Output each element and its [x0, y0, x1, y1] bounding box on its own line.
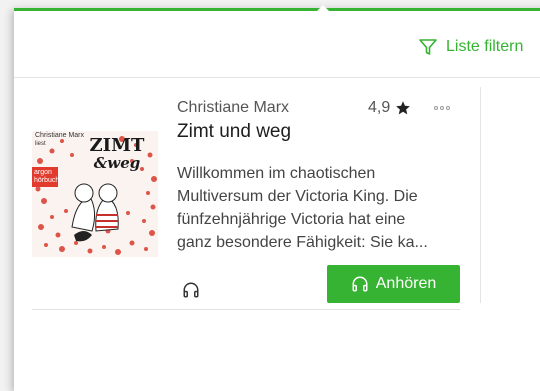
rating-value: 4,9	[368, 99, 391, 116]
column-divider	[480, 87, 481, 303]
cover-author: Christiane Marx	[35, 132, 85, 139]
cover-title-line2: &weg	[93, 154, 141, 172]
cover-title: ZIMT &weg	[82, 135, 152, 172]
description-line: ganz besondere Fähigkeit: Sie ka...	[177, 234, 428, 251]
book-author[interactable]: Christiane Marx	[177, 99, 289, 117]
book-rating: 4,9	[368, 99, 411, 117]
more-dot	[446, 106, 450, 110]
card-divider	[32, 309, 460, 310]
more-dot	[434, 106, 438, 110]
filter-list-button[interactable]: Liste filtern	[418, 37, 523, 57]
cover-title-line1: ZIMT	[89, 135, 145, 156]
content-panel: Liste filtern Christiane Marx liest argo…	[14, 5, 540, 391]
more-dot	[440, 106, 444, 110]
description-line: Willkommen im chaotischen	[177, 165, 376, 182]
description-line: Multiversum der Victoria King. Die	[177, 188, 418, 205]
description-line: fünfzehnjährige Victoria hat eine	[177, 211, 406, 228]
cover-publisher-name: argon	[34, 169, 52, 176]
audiobook-card[interactable]: Christiane Marx liest argon hörbuch ZIMT…	[32, 89, 460, 311]
headphones-icon	[352, 276, 368, 292]
book-cover[interactable]: Christiane Marx liest argon hörbuch ZIMT…	[32, 131, 158, 257]
filter-list-label: Liste filtern	[446, 38, 524, 55]
listen-button[interactable]: Anhören	[327, 265, 460, 303]
toolbar: Liste filtern	[14, 11, 540, 78]
cover-publisher-type: hörbuch	[34, 177, 60, 184]
book-description: Willkommen im chaotischen Multiversum de…	[177, 162, 462, 254]
more-options-icon[interactable]	[434, 106, 450, 110]
headphones-icon[interactable]	[182, 281, 200, 304]
funnel-icon	[419, 39, 437, 55]
cover-publisher-badge: argon hörbuch	[34, 169, 60, 185]
star-icon	[396, 101, 411, 115]
book-title[interactable]: Zimt und weg	[177, 121, 291, 143]
listen-button-label: Anhören	[375, 275, 437, 292]
cover-reads: liest	[35, 141, 46, 147]
